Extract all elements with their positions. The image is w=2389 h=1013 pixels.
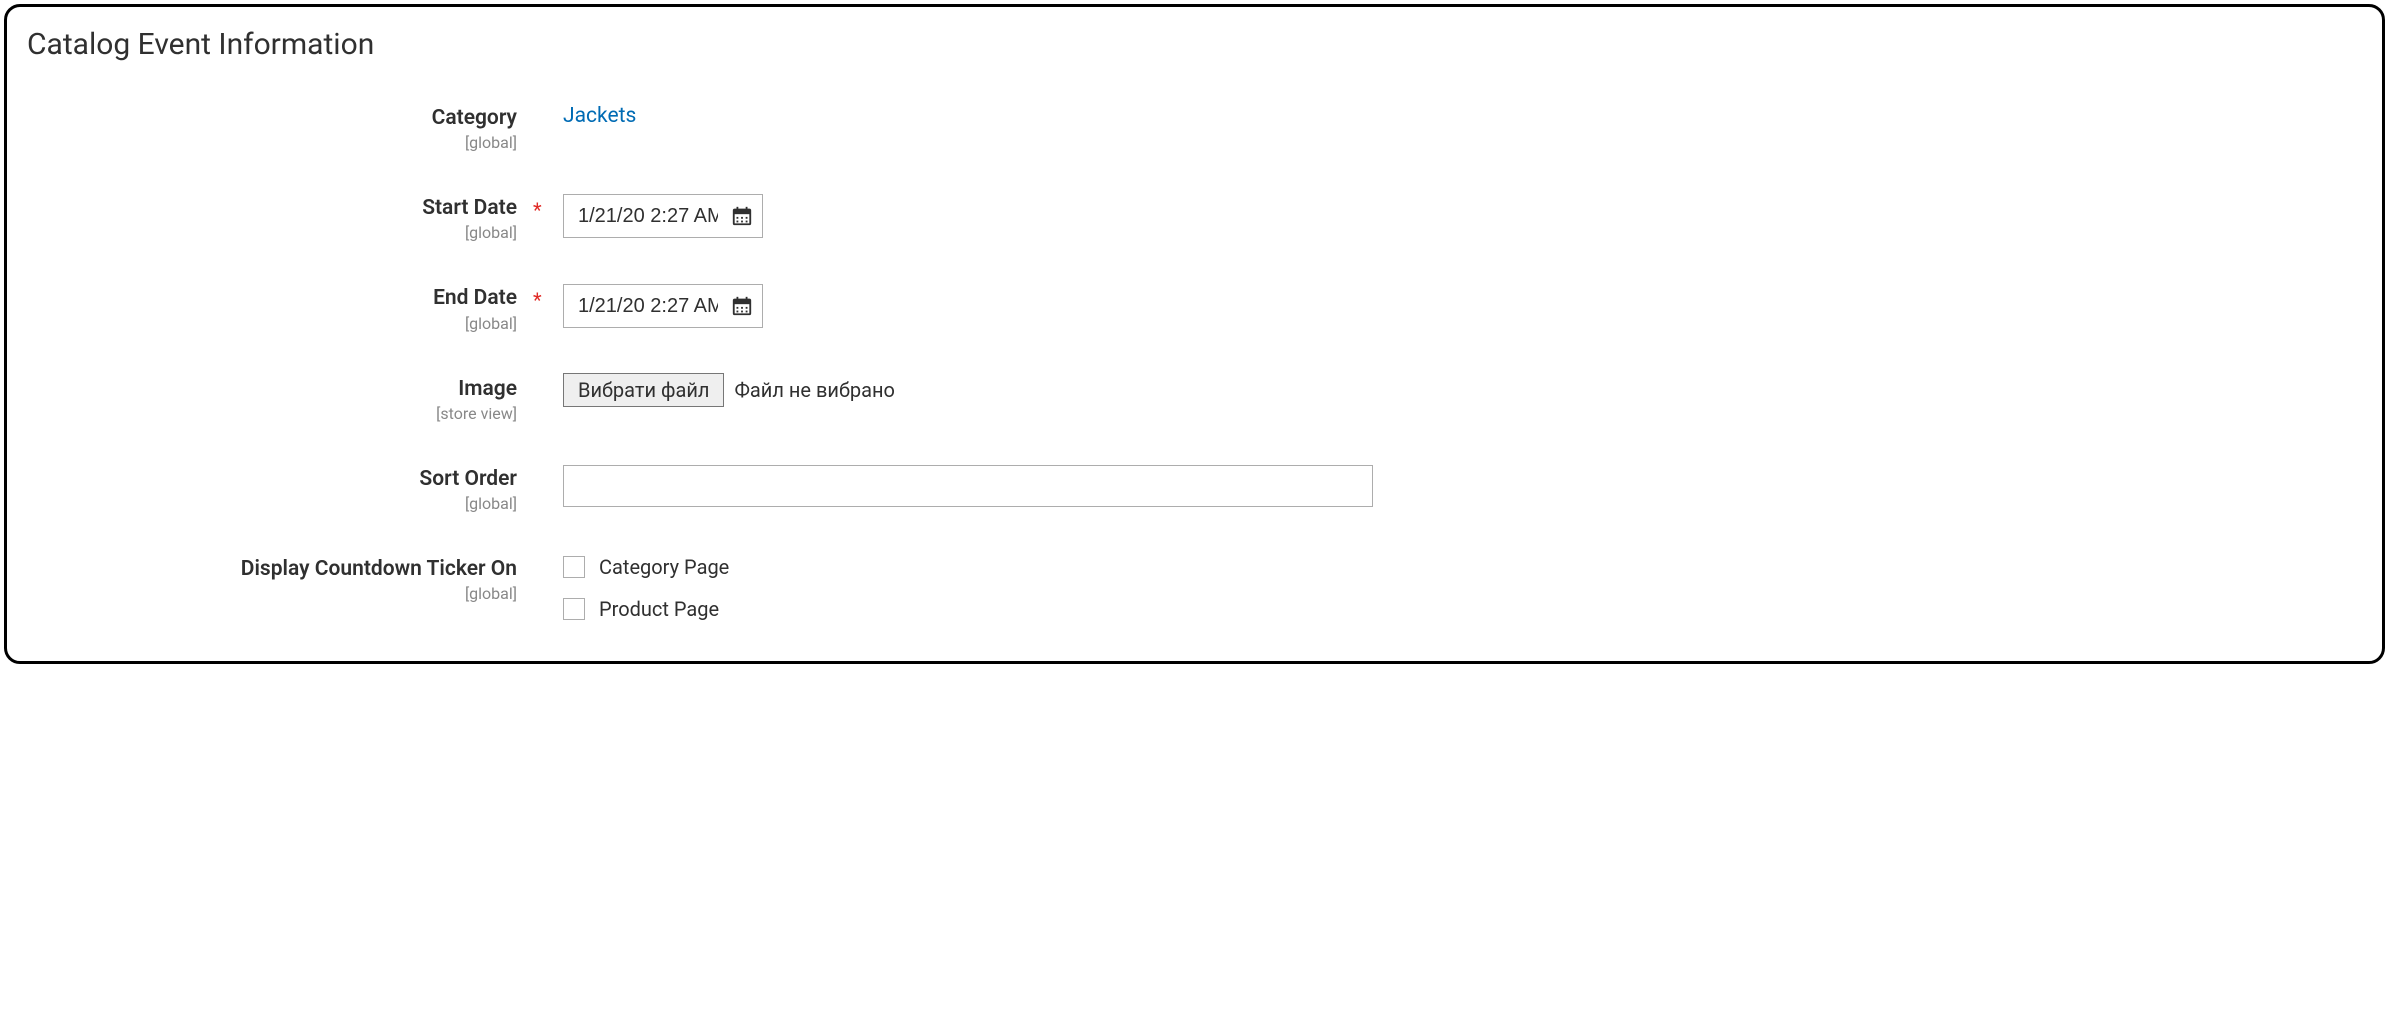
- value-col-end-date: [555, 282, 2352, 328]
- sort-order-input[interactable]: [563, 465, 1373, 507]
- req-col-image: [527, 373, 555, 379]
- start-date-label: Start Date: [422, 196, 517, 220]
- catalog-event-panel: Catalog Event Information Category [glob…: [4, 4, 2385, 664]
- file-input-wrap: Вибрати файл Файл не вибрано: [563, 373, 895, 407]
- req-col-category: [527, 102, 555, 108]
- label-col-sort-order: Sort Order [global]: [27, 463, 527, 513]
- start-date-calendar-button[interactable]: [722, 195, 762, 237]
- req-col-sort-order: [527, 463, 555, 469]
- label-col-image: Image [store view]: [27, 373, 527, 423]
- req-col-end-date: *: [527, 282, 555, 312]
- product-page-checkbox[interactable]: [563, 598, 585, 620]
- value-col-display-ticker: Category Page Product Page: [555, 553, 2352, 621]
- display-ticker-label: Display Countdown Ticker On: [241, 557, 517, 581]
- row-category: Category [global] Jackets: [27, 102, 2352, 152]
- image-label: Image: [458, 377, 517, 401]
- value-col-category: Jackets: [555, 102, 2352, 128]
- start-date-scope: [global]: [27, 223, 517, 242]
- label-col-end-date: End Date [global]: [27, 282, 527, 332]
- end-date-input[interactable]: [564, 285, 722, 327]
- category-link[interactable]: Jackets: [563, 104, 636, 128]
- label-col-start-date: Start Date [global]: [27, 192, 527, 242]
- end-date-scope: [global]: [27, 314, 517, 333]
- panel-title: Catalog Event Information: [27, 27, 2352, 62]
- row-end-date: End Date [global] *: [27, 282, 2352, 332]
- sort-order-label: Sort Order: [419, 467, 517, 491]
- category-page-checkbox-label: Category Page: [599, 555, 729, 579]
- end-date-wrap: [563, 284, 763, 328]
- start-date-wrap: [563, 194, 763, 238]
- row-image: Image [store view] Вибрати файл Файл не …: [27, 373, 2352, 423]
- file-status-text: Файл не вибрано: [734, 378, 894, 402]
- end-date-label: End Date: [433, 286, 517, 310]
- choose-file-button[interactable]: Вибрати файл: [563, 373, 724, 407]
- req-col-display-ticker: [527, 553, 555, 559]
- calendar-icon: [731, 205, 753, 227]
- row-display-ticker: Display Countdown Ticker On [global] Cat…: [27, 553, 2352, 621]
- category-scope: [global]: [27, 133, 517, 152]
- req-col-start-date: *: [527, 192, 555, 222]
- category-page-checkbox[interactable]: [563, 556, 585, 578]
- checkbox-row-product-page: Product Page: [563, 597, 2352, 621]
- calendar-icon: [731, 295, 753, 317]
- row-sort-order: Sort Order [global]: [27, 463, 2352, 513]
- value-col-start-date: [555, 192, 2352, 238]
- label-col-category: Category [global]: [27, 102, 527, 152]
- label-col-display-ticker: Display Countdown Ticker On [global]: [27, 553, 527, 603]
- image-scope: [store view]: [27, 404, 517, 423]
- checkbox-row-category-page: Category Page: [563, 555, 2352, 579]
- row-start-date: Start Date [global] *: [27, 192, 2352, 242]
- category-label: Category: [432, 106, 517, 130]
- value-col-sort-order: [555, 463, 2352, 507]
- display-ticker-scope: [global]: [27, 584, 517, 603]
- start-date-input[interactable]: [564, 195, 722, 237]
- value-col-image: Вибрати файл Файл не вибрано: [555, 373, 2352, 407]
- end-date-calendar-button[interactable]: [722, 285, 762, 327]
- sort-order-scope: [global]: [27, 494, 517, 513]
- product-page-checkbox-label: Product Page: [599, 597, 719, 621]
